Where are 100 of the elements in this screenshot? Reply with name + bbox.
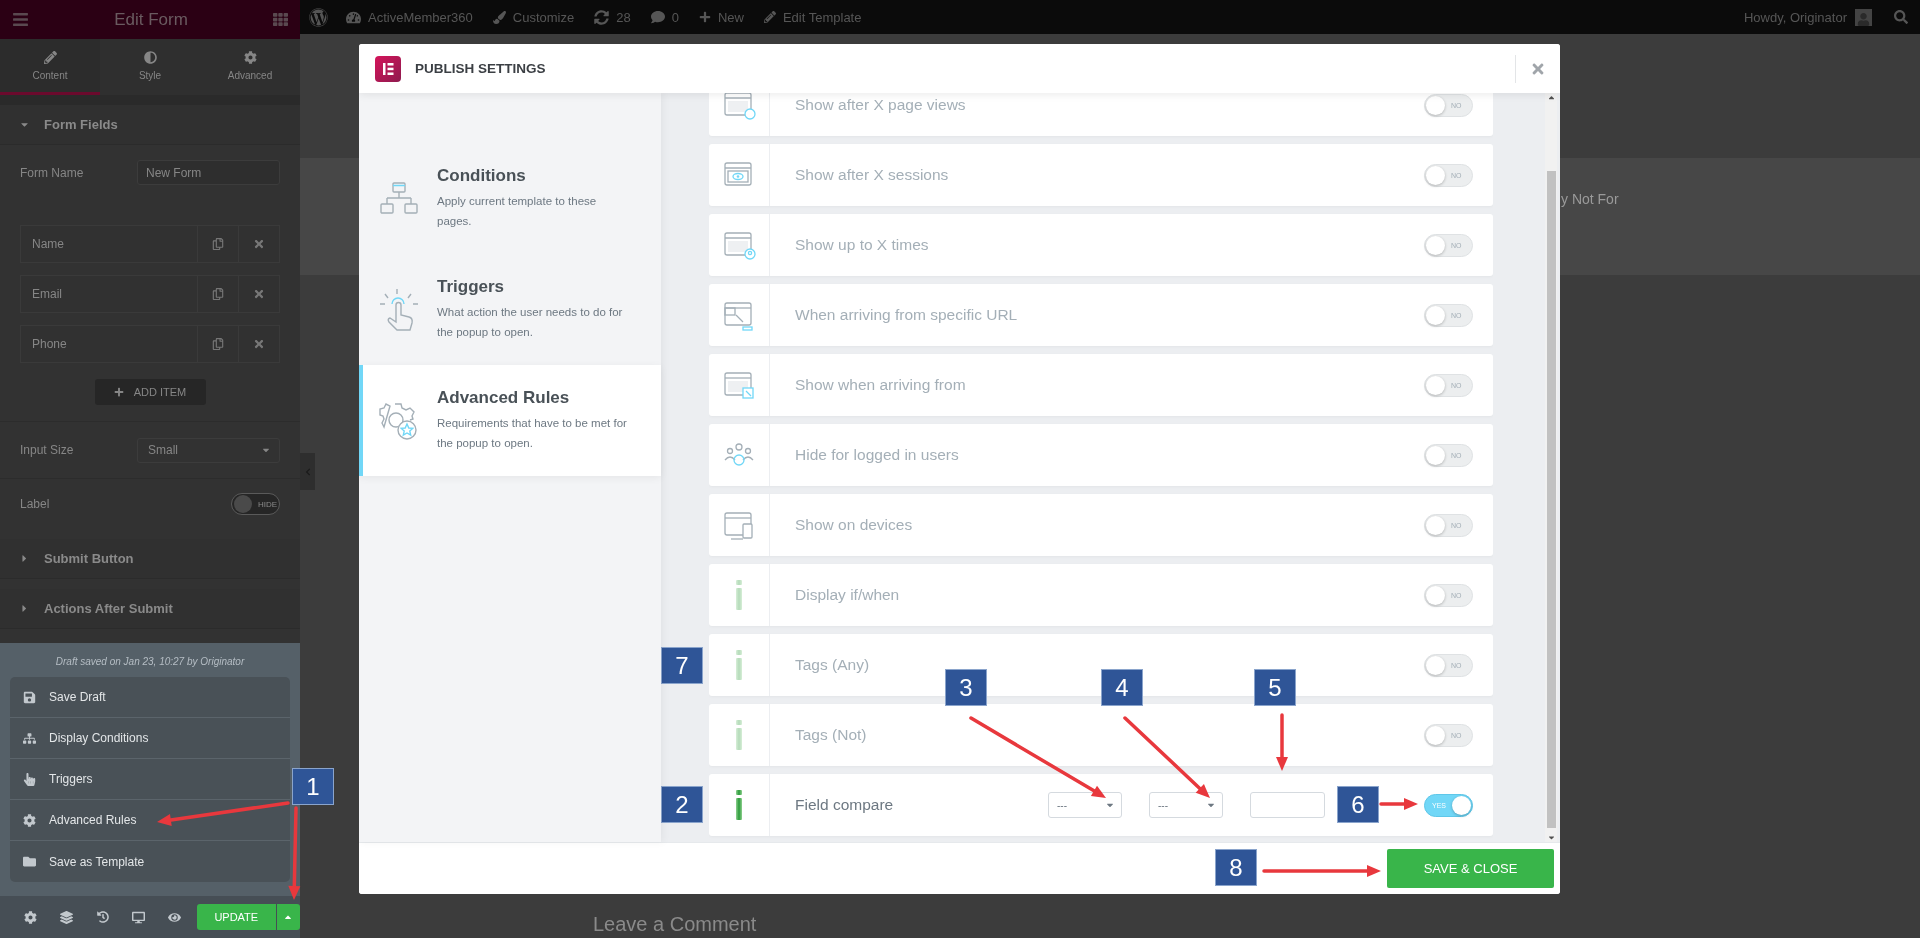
settings-nav-item[interactable]: Triggers What action the user needs to do for the popup to open.: [359, 254, 661, 365]
info-icon: [734, 650, 744, 680]
panel-collapse-handle[interactable]: [300, 453, 315, 490]
repeater-item[interactable]: Name: [20, 225, 280, 263]
updates-link[interactable]: 28: [594, 9, 631, 25]
draft-status: Draft saved on Jan 23, 10:27 by Originator: [55, 656, 245, 667]
menu-icon[interactable]: [12, 11, 29, 28]
scrollbar-thumb[interactable]: [1546, 171, 1556, 828]
rule-label: Show on devices: [794, 516, 913, 534]
nav-item-description: Apply current template to these pages.: [437, 194, 598, 229]
refresh-icon: [594, 9, 610, 25]
nav-item-title: Conditions: [437, 166, 527, 186]
rule-label: Tags (Not): [794, 726, 867, 744]
menu-item[interactable]: Triggers: [10, 759, 290, 800]
rule-label: Show after X sessions: [794, 166, 949, 184]
callout-number: 8: [1215, 849, 1257, 886]
panel-title: Edit Form: [114, 9, 188, 30]
repeater-item[interactable]: Phone: [20, 325, 280, 363]
pointing-hand-icon: [23, 772, 36, 786]
repeater-item[interactable]: Email: [20, 275, 280, 313]
scrollbar[interactable]: [1545, 93, 1557, 842]
update-button[interactable]: UPDATE: [197, 904, 276, 930]
repeater-item-title: Phone: [31, 336, 68, 353]
scroll-up-icon[interactable]: [1546, 93, 1556, 102]
menu-item[interactable]: Save as Template: [10, 841, 290, 882]
wordpress-logo-icon[interactable]: [309, 7, 328, 27]
banner-text: y Not For: [1561, 191, 1619, 207]
menu-item[interactable]: Display Conditions: [10, 718, 290, 759]
nav-item-title: Advanced Rules: [437, 388, 571, 408]
callout-number: 3: [945, 669, 987, 706]
info-icon: [734, 580, 744, 610]
settings-nav-item[interactable]: Advanced Rules Requirements that have to be met for the popup to open.: [359, 365, 661, 476]
add-item-button[interactable]: ADD ITEM: [94, 379, 206, 405]
callout-number: 1: [292, 768, 334, 805]
close-icon: [253, 338, 265, 350]
desktop-icon: [132, 910, 146, 924]
callout-number: 5: [1254, 669, 1296, 706]
folder-icon: [23, 855, 36, 868]
gear-icon: [23, 910, 37, 924]
value-field[interactable]: [1250, 792, 1325, 818]
callout-number: 6: [1337, 786, 1379, 823]
gear-icon: [23, 813, 36, 827]
rule-label: Tags (Any): [794, 656, 870, 674]
brush-icon: [492, 10, 506, 24]
callout-arrow: [1379, 798, 1418, 810]
form-name-field[interactable]: New Form: [137, 160, 280, 185]
dashboard-icon: [346, 9, 361, 25]
sitemap-icon: [23, 731, 36, 745]
comment-icon: [650, 10, 665, 24]
label-text: Label: [20, 497, 50, 511]
callout-arrow: [1276, 713, 1288, 771]
rule-label: Show when arriving from: [794, 376, 966, 394]
copy-icon: [212, 338, 224, 350]
gear-icon: [243, 50, 257, 64]
close-icon: [253, 288, 265, 300]
save-close-button[interactable]: SAVE & CLOSE: [1387, 849, 1554, 888]
nav-item-description: Requirements that have to be met for the popup to open.: [437, 416, 627, 451]
scroll-down-icon[interactable]: [1546, 833, 1556, 842]
menu-item[interactable]: Save Draft: [10, 677, 290, 718]
layers-icon: [59, 910, 73, 924]
input-size-label: Input Size: [20, 443, 74, 457]
greeting-text[interactable]: Howdy, Originator: [1743, 9, 1847, 25]
input-size-select[interactable]: Small: [137, 437, 280, 463]
repeater-item-title: Email: [31, 286, 63, 303]
history-icon: [96, 911, 109, 923]
rule-label: When arriving from specific URL: [794, 306, 1018, 324]
plus-icon: [698, 11, 711, 23]
settings-nav-item[interactable]: Conditions Apply current template to these pages.: [359, 143, 661, 254]
comments-link[interactable]: 0: [650, 9, 679, 25]
label-switch[interactable]: HIDE: [231, 493, 280, 515]
dialog-title: PUBLISH SETTINGS: [415, 61, 546, 76]
callout-number: 7: [661, 647, 703, 684]
elementor-logo-icon: [375, 55, 401, 82]
rule-label: Hide for logged in users: [794, 446, 959, 464]
save-options-button[interactable]: [276, 904, 301, 930]
tap-hand-icon: [379, 286, 419, 333]
apps-grid-icon[interactable]: [273, 12, 288, 27]
repeater-item-title: Name: [31, 236, 65, 253]
rule-label: Field compare: [794, 796, 894, 814]
pencil-icon: [43, 50, 57, 64]
copy-icon: [212, 288, 224, 300]
new-link[interactable]: New: [698, 9, 744, 25]
comment-heading: Leave a Comment: [593, 913, 758, 936]
form-name-label: Form Name: [20, 165, 84, 180]
close-icon: [253, 238, 265, 250]
rule-label: Show up to X times: [794, 236, 929, 254]
nav-item-title: Triggers: [437, 277, 506, 297]
rule-label: Show after X page views: [794, 96, 966, 114]
customize-link[interactable]: Customize: [492, 9, 575, 25]
search-icon[interactable]: [1894, 10, 1908, 24]
avatar-icon: [1855, 8, 1872, 26]
info-icon: [734, 720, 744, 750]
gear-star-icon: [379, 400, 419, 441]
callout-number: 4: [1101, 669, 1143, 706]
info-icon: [734, 790, 744, 820]
callout-number: 2: [661, 786, 703, 823]
sitemap-icon: [379, 180, 419, 217]
rule-label: Display if/when: [794, 586, 900, 604]
site-link[interactable]: ActiveMember360: [346, 9, 473, 25]
edit-template-link[interactable]: Edit Template: [763, 9, 862, 25]
